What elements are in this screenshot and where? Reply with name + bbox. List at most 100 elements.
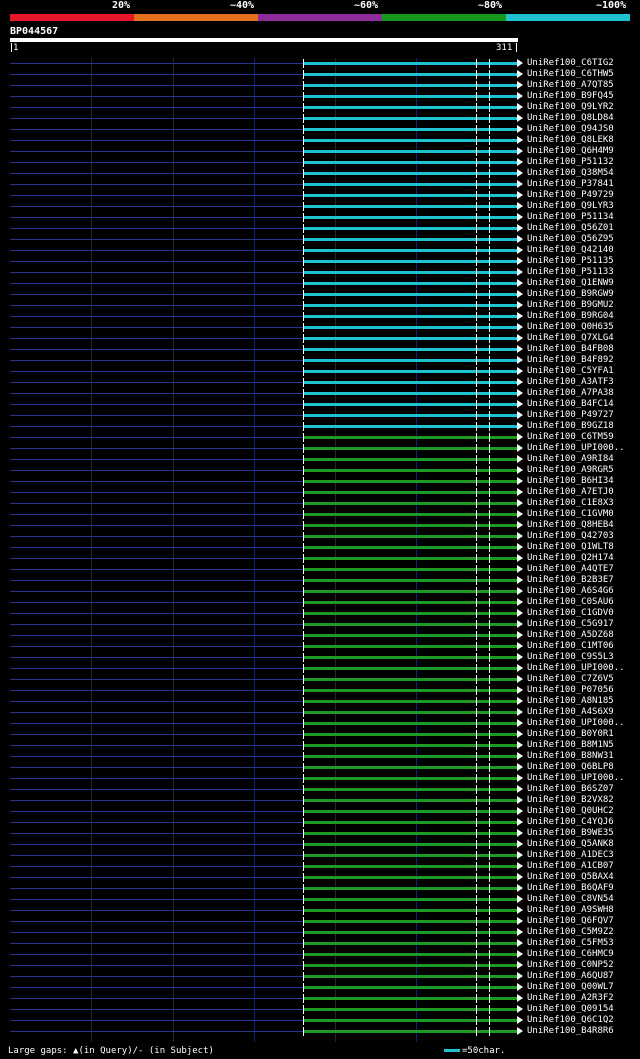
hit-row[interactable]: UniRef100_Q1ENW9 xyxy=(0,278,640,289)
hit-row[interactable]: UniRef100_C6TM59 xyxy=(0,432,640,443)
hit-row[interactable]: UniRef100_Q00WL7 xyxy=(0,982,640,993)
hit-row[interactable]: UniRef100_B2B3E7 xyxy=(0,575,640,586)
hit-label[interactable]: UniRef100_C5FM53 xyxy=(527,938,614,949)
hit-row[interactable]: UniRef100_UPI000.. xyxy=(0,718,640,729)
hit-row[interactable]: UniRef100_C5YFA1 xyxy=(0,366,640,377)
hit-label[interactable]: UniRef100_P51135 xyxy=(527,256,614,267)
hit-label[interactable]: UniRef100_C1GVM0 xyxy=(527,509,614,520)
hit-row[interactable]: UniRef100_P51132 xyxy=(0,157,640,168)
hit-row[interactable]: UniRef100_A7PA38 xyxy=(0,388,640,399)
hit-row[interactable]: UniRef100_B9GMU2 xyxy=(0,300,640,311)
hit-label[interactable]: UniRef100_Q6BLP8 xyxy=(527,762,614,773)
hit-label[interactable]: UniRef100_B4FC14 xyxy=(527,399,614,410)
hit-row[interactable]: UniRef100_Q8HEB4 xyxy=(0,520,640,531)
hit-label[interactable]: UniRef100_C8VN54 xyxy=(527,894,614,905)
hit-label[interactable]: UniRef100_C5YFA1 xyxy=(527,366,614,377)
hit-row[interactable]: UniRef100_B6HI34 xyxy=(0,476,640,487)
hit-row[interactable]: UniRef100_B0Y0R1 xyxy=(0,729,640,740)
hit-row[interactable]: UniRef100_A6S4G6 xyxy=(0,586,640,597)
hit-row[interactable]: UniRef100_B9GZ18 xyxy=(0,421,640,432)
hit-row[interactable]: UniRef100_A2R3F2 xyxy=(0,993,640,1004)
hit-label[interactable]: UniRef100_A5DZ68 xyxy=(527,630,614,641)
hit-row[interactable]: UniRef100_A9SWH8 xyxy=(0,905,640,916)
hit-label[interactable]: UniRef100_A8N185 xyxy=(527,696,614,707)
hit-label[interactable]: UniRef100_Q56Z01 xyxy=(527,223,614,234)
hit-label[interactable]: UniRef100_P49727 xyxy=(527,410,614,421)
hit-label[interactable]: UniRef100_C0SAU6 xyxy=(527,597,614,608)
hit-label[interactable]: UniRef100_P07056 xyxy=(527,685,614,696)
hit-label[interactable]: UniRef100_C9S5L3 xyxy=(527,652,614,663)
hit-label[interactable]: UniRef100_B9RG04 xyxy=(527,311,614,322)
hit-label[interactable]: UniRef100_B8M1N5 xyxy=(527,740,614,751)
hit-label[interactable]: UniRef100_Q6H4M9 xyxy=(527,146,614,157)
hit-row[interactable]: UniRef100_A9RGR5 xyxy=(0,465,640,476)
hit-label[interactable]: UniRef100_C1E8X3 xyxy=(527,498,614,509)
hit-label[interactable]: UniRef100_C5G917 xyxy=(527,619,614,630)
hit-row[interactable]: UniRef100_C6THW5 xyxy=(0,69,640,80)
hit-row[interactable]: UniRef100_Q0H635 xyxy=(0,322,640,333)
hit-label[interactable]: UniRef100_C6TIG2 xyxy=(527,58,614,69)
hit-row[interactable]: UniRef100_Q94JS0 xyxy=(0,124,640,135)
hit-row[interactable]: UniRef100_B2VX82 xyxy=(0,795,640,806)
hit-row[interactable]: UniRef100_B4FC14 xyxy=(0,399,640,410)
hit-row[interactable]: UniRef100_P49727 xyxy=(0,410,640,421)
hit-label[interactable]: UniRef100_A6QU87 xyxy=(527,971,614,982)
hit-label[interactable]: UniRef100_C7Z6V5 xyxy=(527,674,614,685)
hit-row[interactable]: UniRef100_Q38M54 xyxy=(0,168,640,179)
hit-label[interactable]: UniRef100_B9GZ18 xyxy=(527,421,614,432)
hit-row[interactable]: UniRef100_C9S5L3 xyxy=(0,652,640,663)
hit-label[interactable]: UniRef100_Q9LYR3 xyxy=(527,201,614,212)
hit-row[interactable]: UniRef100_B6QAF9 xyxy=(0,883,640,894)
hit-label[interactable]: UniRef100_Q42703 xyxy=(527,531,614,542)
hit-row[interactable]: UniRef100_Q6BLP8 xyxy=(0,762,640,773)
hit-row[interactable]: UniRef100_P51133 xyxy=(0,267,640,278)
hit-row[interactable]: UniRef100_P51134 xyxy=(0,212,640,223)
hit-row[interactable]: UniRef100_P07056 xyxy=(0,685,640,696)
hit-label[interactable]: UniRef100_B9RGW9 xyxy=(527,289,614,300)
hit-row[interactable]: UniRef100_UPI000.. xyxy=(0,443,640,454)
hit-row[interactable]: UniRef100_C7Z6V5 xyxy=(0,674,640,685)
hit-row[interactable]: UniRef100_A8N185 xyxy=(0,696,640,707)
hit-row[interactable]: UniRef100_B8M1N5 xyxy=(0,740,640,751)
hit-row[interactable]: UniRef100_C4YQJ6 xyxy=(0,817,640,828)
hit-row[interactable]: UniRef100_C1E8X3 xyxy=(0,498,640,509)
hit-label[interactable]: UniRef100_Q6C1Q2 xyxy=(527,1015,614,1026)
hit-label[interactable]: UniRef100_Q00WL7 xyxy=(527,982,614,993)
hit-row[interactable]: UniRef100_Q6C1Q2 xyxy=(0,1015,640,1026)
hit-label[interactable]: UniRef100_Q8LEK8 xyxy=(527,135,614,146)
hit-label[interactable]: UniRef100_B9WE35 xyxy=(527,828,614,839)
hit-row[interactable]: UniRef100_B6SZ07 xyxy=(0,784,640,795)
hit-label[interactable]: UniRef100_A9RI84 xyxy=(527,454,614,465)
hit-label[interactable]: UniRef100_P37841 xyxy=(527,179,614,190)
hit-row[interactable]: UniRef100_C1GVM0 xyxy=(0,509,640,520)
hit-label[interactable]: UniRef100_C6HMC9 xyxy=(527,949,614,960)
hit-row[interactable]: UniRef100_A9RI84 xyxy=(0,454,640,465)
hit-row[interactable]: UniRef100_Q56Z01 xyxy=(0,223,640,234)
hit-row[interactable]: UniRef100_Q0UHC2 xyxy=(0,806,640,817)
hit-label[interactable]: UniRef100_Q9LYR2 xyxy=(527,102,614,113)
hit-row[interactable]: UniRef100_C1GDV0 xyxy=(0,608,640,619)
hit-row[interactable]: UniRef100_A3ATF3 xyxy=(0,377,640,388)
hit-row[interactable]: UniRef100_B9FQ45 xyxy=(0,91,640,102)
hit-label[interactable]: UniRef100_Q0UHC2 xyxy=(527,806,614,817)
hit-row[interactable]: UniRef100_B4FB08 xyxy=(0,344,640,355)
hit-label[interactable]: UniRef100_A7PA38 xyxy=(527,388,614,399)
hit-label[interactable]: UniRef100_C0NP52 xyxy=(527,960,614,971)
hit-label[interactable]: UniRef100_A1DEC3 xyxy=(527,850,614,861)
hit-row[interactable]: UniRef100_Q09154 xyxy=(0,1004,640,1015)
hit-label[interactable]: UniRef100_Q6FQV7 xyxy=(527,916,614,927)
hit-row[interactable]: UniRef100_C6HMC9 xyxy=(0,949,640,960)
hit-row[interactable]: UniRef100_C5M9Z2 xyxy=(0,927,640,938)
hit-label[interactable]: UniRef100_B6SZ07 xyxy=(527,784,614,795)
hit-label[interactable]: UniRef100_Q42140 xyxy=(527,245,614,256)
hit-row[interactable]: UniRef100_Q6FQV7 xyxy=(0,916,640,927)
hit-label[interactable]: UniRef100_A2R3F2 xyxy=(527,993,614,1004)
hit-row[interactable]: UniRef100_Q5BAX4 xyxy=(0,872,640,883)
hit-label[interactable]: UniRef100_B9FQ45 xyxy=(527,91,614,102)
hit-label[interactable]: UniRef100_Q5ANK8 xyxy=(527,839,614,850)
hit-label[interactable]: UniRef100_C6THW5 xyxy=(527,69,614,80)
hit-label[interactable]: UniRef100_C5M9Z2 xyxy=(527,927,614,938)
hit-row[interactable]: UniRef100_C5G917 xyxy=(0,619,640,630)
hit-label[interactable]: UniRef100_B2VX82 xyxy=(527,795,614,806)
hit-row[interactable]: UniRef100_Q5ANK8 xyxy=(0,839,640,850)
